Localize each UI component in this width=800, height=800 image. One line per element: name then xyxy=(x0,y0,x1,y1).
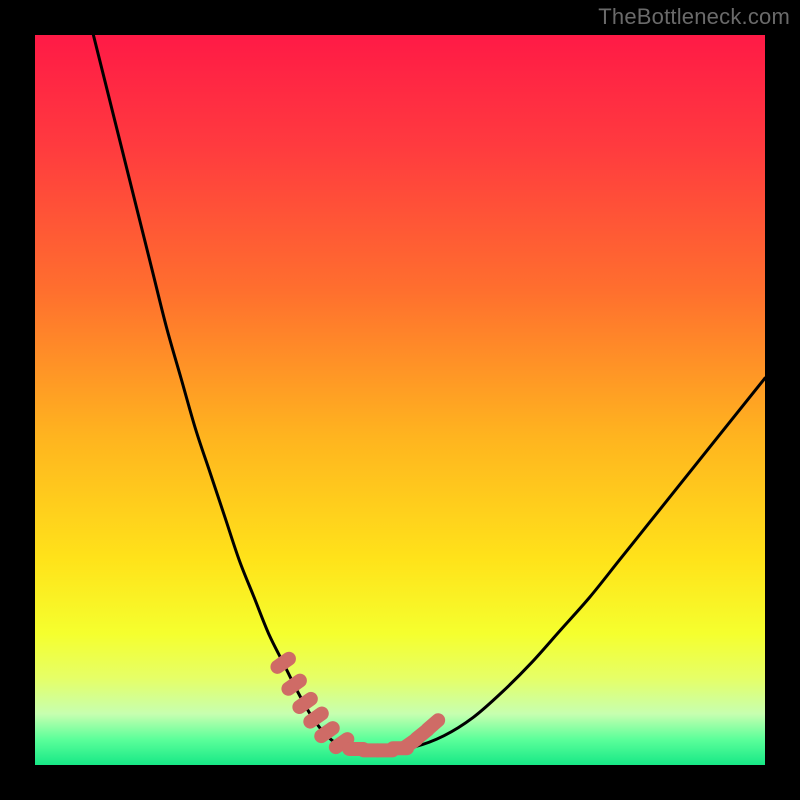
watermark-text: TheBottleneck.com xyxy=(598,4,790,30)
bottleneck-chart xyxy=(35,35,765,765)
chart-frame: TheBottleneck.com xyxy=(0,0,800,800)
plot-area xyxy=(35,35,765,765)
gradient-background xyxy=(35,35,765,765)
